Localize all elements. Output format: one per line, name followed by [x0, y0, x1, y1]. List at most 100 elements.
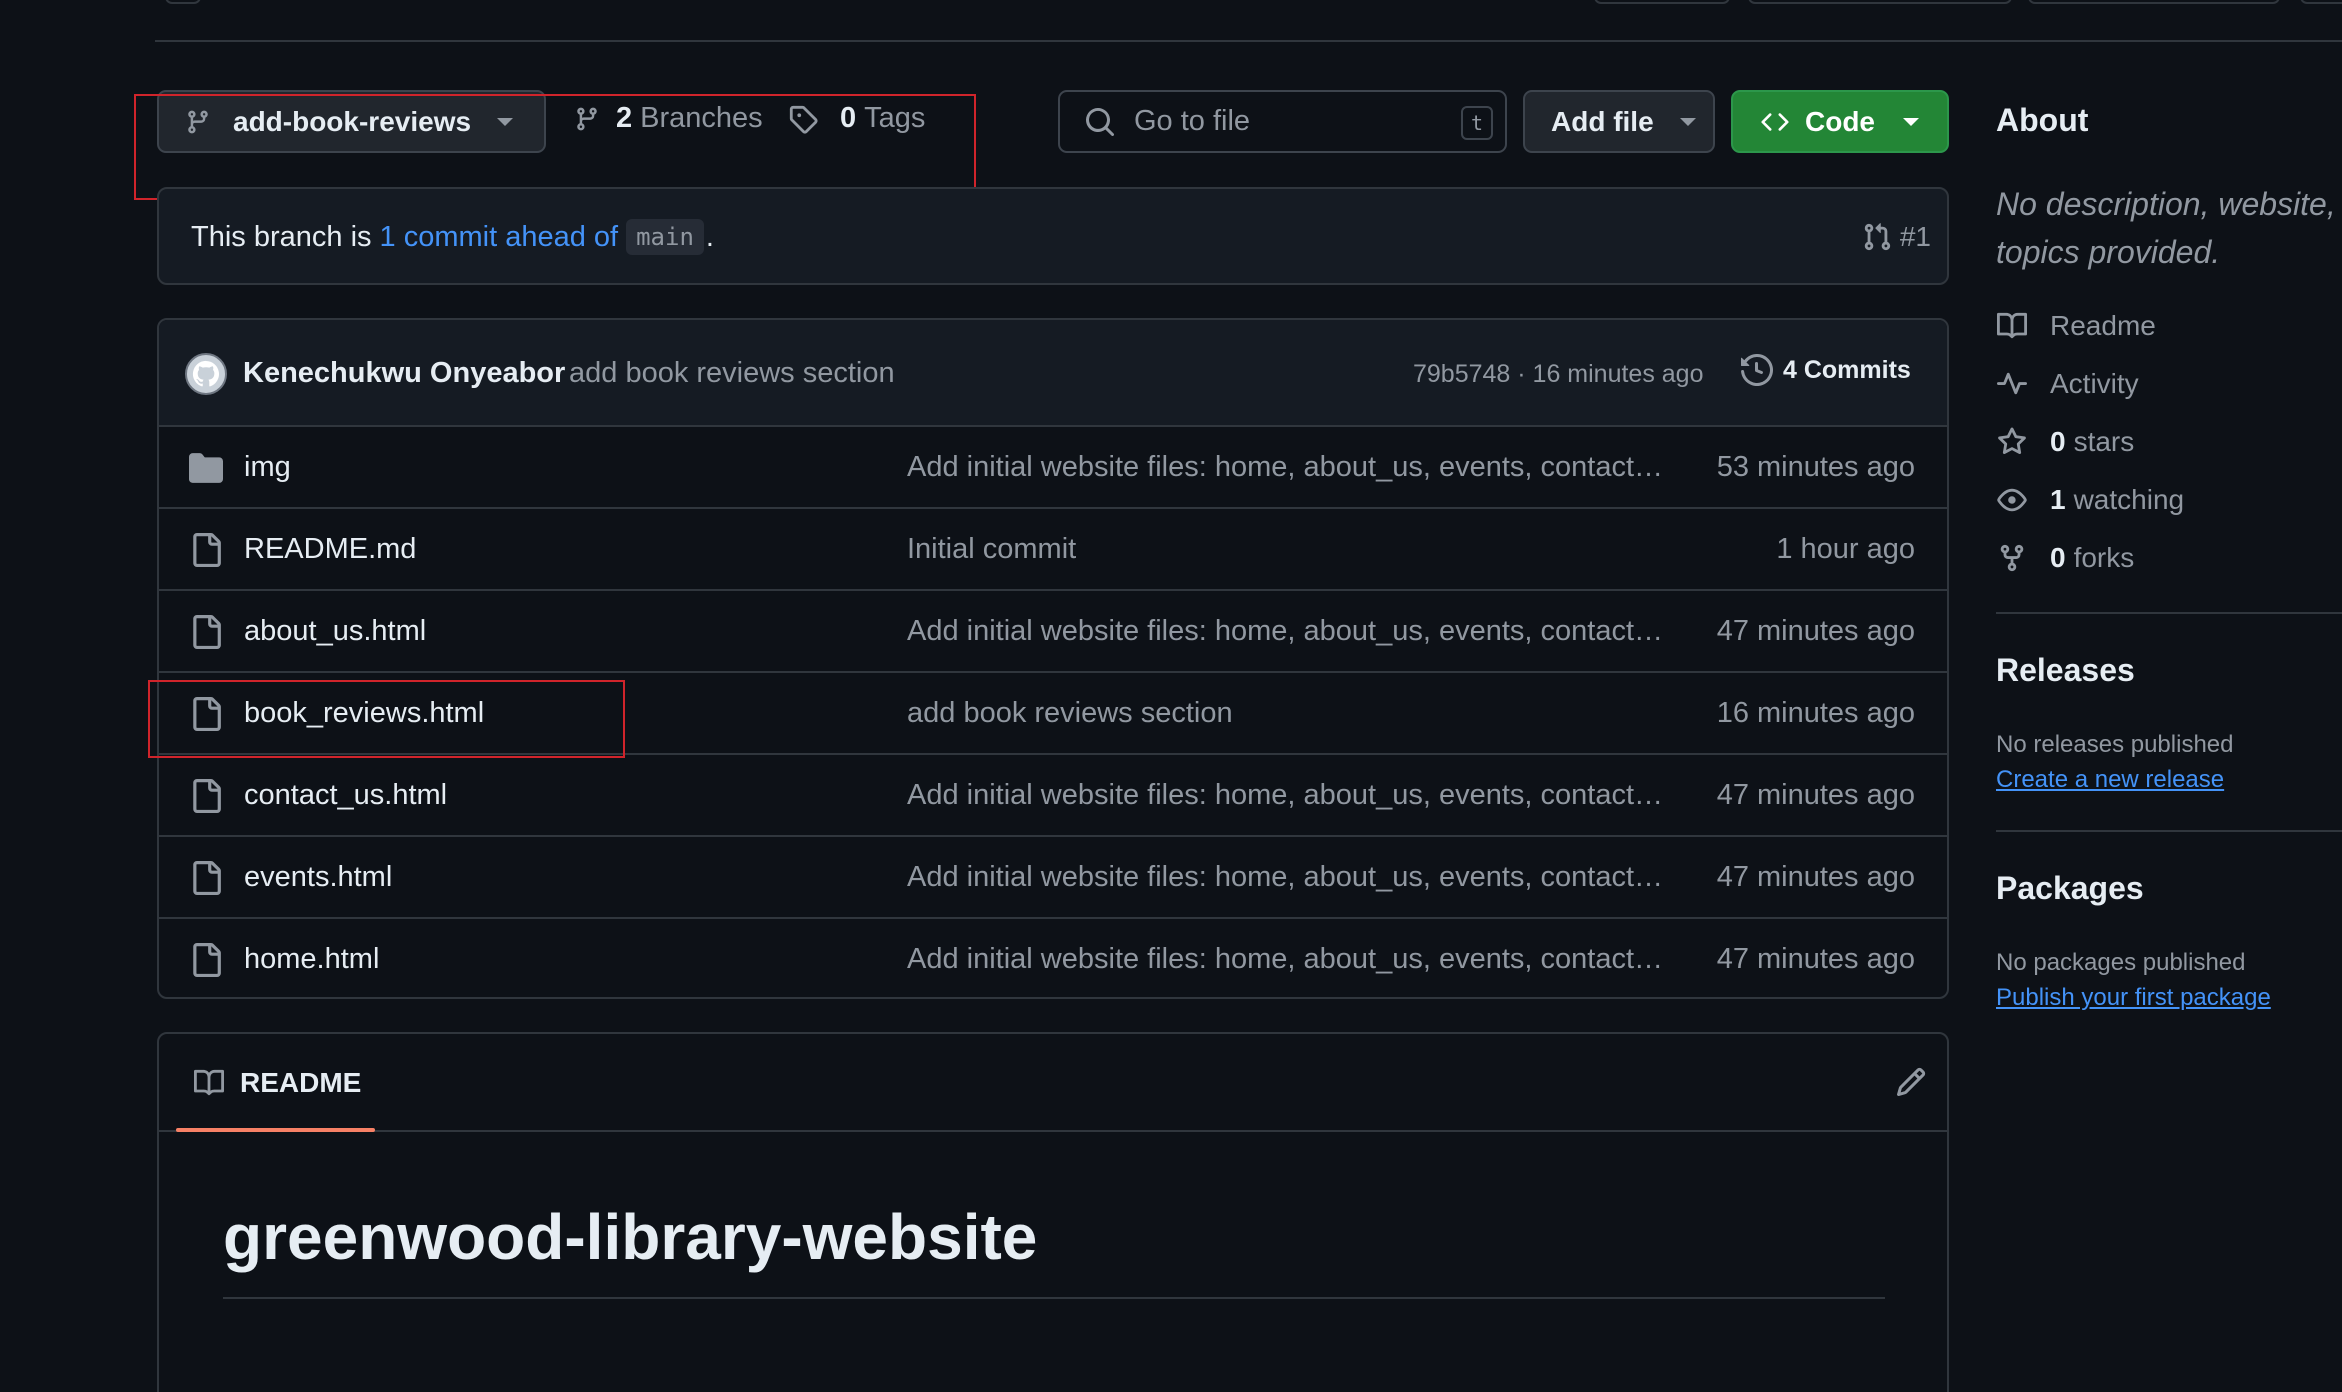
- base-branch-label: main: [626, 219, 704, 255]
- branch-compare-banner: This branch is 1 commit ahead of main . …: [157, 187, 1949, 285]
- file-commit-message[interactable]: Add initial website files: home, about_u…: [907, 943, 1663, 976]
- readme-tab-label: README: [240, 1067, 362, 1098]
- avatar[interactable]: [185, 353, 227, 395]
- commits-count: 4 Commits: [1783, 355, 1911, 384]
- file-icon: [193, 779, 221, 813]
- add-file-label: Add file: [1551, 105, 1654, 137]
- active-tab-underline: [176, 1128, 375, 1132]
- code-button[interactable]: Code: [1731, 90, 1949, 153]
- file-commit-message[interactable]: Add initial website files: home, about_u…: [907, 615, 1663, 648]
- sidebar-divider: [1996, 830, 2342, 832]
- branches-count: 2: [616, 102, 633, 134]
- file-time: 1 hour ago: [1776, 532, 1915, 565]
- file-icon: [193, 615, 221, 649]
- file-row-img[interactable]: img Add initial website files: home, abo…: [159, 425, 1947, 507]
- file-commit-message[interactable]: Add initial website files: home, about_u…: [907, 779, 1663, 812]
- file-name[interactable]: home.html: [244, 943, 379, 976]
- sidebar-divider: [1996, 612, 2342, 614]
- stars-label: stars: [2073, 426, 2135, 457]
- search-placeholder: Go to file: [1134, 105, 1251, 137]
- header-button-stub[interactable]: [1594, 0, 1730, 4]
- tags-label: Tags: [864, 102, 926, 134]
- avatar-stub: [165, 0, 201, 4]
- file-name[interactable]: README.md: [244, 533, 416, 566]
- book-icon: [194, 1069, 225, 1096]
- file-commit-message[interactable]: add book reviews section: [907, 697, 1233, 730]
- header-button-stub[interactable]: [2028, 0, 2280, 4]
- file-time: 47 minutes ago: [1716, 778, 1915, 811]
- file-icon: [193, 943, 221, 977]
- file-commit-message[interactable]: Add initial website files: home, about_u…: [907, 861, 1663, 894]
- readme-tab[interactable]: README: [176, 1034, 375, 1132]
- commits-ahead-link[interactable]: 1 commit ahead of: [380, 221, 619, 254]
- pencil-icon[interactable]: [1895, 1066, 1927, 1098]
- commit-hash-time[interactable]: 79b5748 · 16 minutes ago: [1413, 360, 1704, 389]
- repo-forked-icon: [2000, 544, 2024, 572]
- history-icon: [1741, 354, 1773, 386]
- commit-message[interactable]: add book reviews section: [569, 357, 895, 390]
- code-brackets-icon: [1761, 112, 1789, 131]
- file-time: 53 minutes ago: [1716, 450, 1915, 483]
- file-row-about-us[interactable]: about_us.html Add initial website files:…: [159, 589, 1947, 671]
- commits-history-link[interactable]: 4 Commits: [1741, 354, 1911, 386]
- readme-divider: [159, 1130, 1947, 1132]
- shortcut-key-badge: t: [1461, 106, 1493, 140]
- file-row-events[interactable]: events.html Add initial website files: h…: [159, 835, 1947, 917]
- top-header-strip: [0, 0, 2342, 42]
- commit-author[interactable]: Kenechukwu Onyeabor: [243, 357, 565, 390]
- file-name[interactable]: contact_us.html: [244, 779, 447, 812]
- file-name[interactable]: events.html: [244, 861, 392, 894]
- tags-link[interactable]: 0 Tags: [788, 102, 925, 135]
- header-button-stub[interactable]: [2300, 0, 2342, 4]
- branches-label: Branches: [640, 102, 763, 134]
- search-icon: [1086, 107, 1115, 136]
- about-heading: About: [1996, 102, 2089, 138]
- file-table: Kenechukwu Onyeabor add book reviews sec…: [157, 318, 1949, 999]
- file-row-contact-us[interactable]: contact_us.html Add initial website file…: [159, 753, 1947, 835]
- header-button-stub[interactable]: [1748, 0, 2012, 4]
- file-row-readme[interactable]: README.md Initial commit 1 hour ago: [159, 507, 1947, 589]
- header-divider: [155, 40, 2342, 42]
- file-name[interactable]: book_reviews.html: [244, 697, 484, 730]
- readme-panel: README greenwood-library-website: [157, 1032, 1949, 1392]
- file-row-home[interactable]: home.html Add initial website files: hom…: [159, 917, 1947, 997]
- file-time: 47 minutes ago: [1716, 942, 1915, 975]
- file-name[interactable]: img: [244, 451, 291, 484]
- readme-link[interactable]: Readme: [1996, 310, 2156, 342]
- file-name[interactable]: about_us.html: [244, 615, 426, 648]
- latest-commit-bar: Kenechukwu Onyeabor add book reviews sec…: [159, 320, 1947, 427]
- pull-request-number: #1: [1899, 221, 1931, 252]
- forks-link[interactable]: 0 forks: [1996, 542, 2134, 574]
- forks-label: forks: [2073, 542, 2135, 573]
- folder-icon: [189, 453, 223, 483]
- create-release-link[interactable]: Create a new release: [1996, 766, 2224, 794]
- file-row-book-reviews[interactable]: book_reviews.html add book reviews secti…: [159, 671, 1947, 753]
- branch-selector-button[interactable]: add-book-reviews: [157, 90, 546, 153]
- file-time: 47 minutes ago: [1716, 614, 1915, 647]
- watching-count: 1: [2050, 484, 2066, 515]
- pull-request-link[interactable]: #1: [1862, 221, 1931, 253]
- compare-suffix: .: [705, 220, 714, 253]
- packages-empty-text: No packages published: [1996, 949, 2246, 976]
- packages-heading[interactable]: Packages: [1996, 870, 2144, 907]
- file-commit-message[interactable]: Add initial website files: home, about_u…: [907, 451, 1663, 484]
- file-commit-message[interactable]: Initial commit: [907, 533, 1076, 566]
- compare-text: This branch is 1 commit ahead of main .: [191, 219, 714, 255]
- stars-link[interactable]: 0 stars: [1996, 426, 2134, 458]
- activity-link[interactable]: Activity: [1996, 368, 2139, 400]
- activity-link-label: Activity: [2050, 368, 2139, 399]
- code-label: Code: [1805, 105, 1875, 137]
- heading-rule: [223, 1297, 1885, 1299]
- releases-heading[interactable]: Releases: [1996, 652, 2135, 689]
- file-time: 47 minutes ago: [1716, 860, 1915, 893]
- add-file-button[interactable]: Add file: [1523, 90, 1715, 153]
- publish-package-link[interactable]: Publish your first package: [1996, 984, 2271, 1012]
- pulse-icon: [1997, 372, 2027, 395]
- tag-icon: [789, 105, 818, 134]
- eye-icon: [1997, 488, 2027, 512]
- branches-link[interactable]: 2 Branches: [574, 102, 763, 135]
- branch-name: add-book-reviews: [233, 105, 472, 137]
- watching-link[interactable]: 1 watching: [1996, 484, 2184, 516]
- github-mark-icon: [192, 360, 219, 387]
- go-to-file-input[interactable]: Go to file t: [1058, 90, 1507, 153]
